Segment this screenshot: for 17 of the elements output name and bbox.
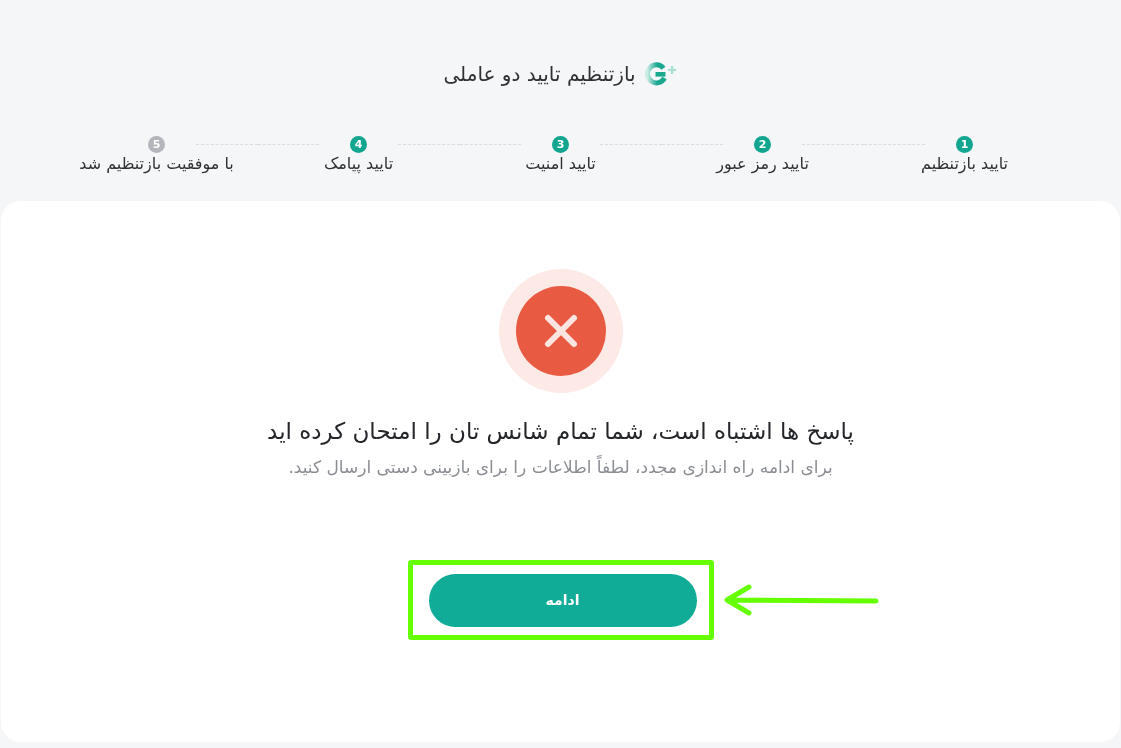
step-label: تایید رمز عبور [716, 153, 809, 175]
step-label: تایید امنیت [525, 153, 596, 175]
result-message: برای ادامه راه اندازی مجدد، لطفاً اطلاعات را برای بازبینی دستی ارسال کنید. [288, 455, 833, 479]
step-number: 5 [148, 136, 165, 153]
arrow-icon [721, 584, 880, 616]
step-number: 2 [754, 136, 771, 153]
error-icon [498, 269, 623, 393]
logo-icon [643, 62, 678, 86]
step-number: 4 [350, 136, 367, 153]
step-label: تایید بازتنظیم [921, 153, 1008, 175]
continue-button[interactable]: ادامه [428, 574, 697, 627]
step-number: 1 [956, 136, 973, 153]
step-label: تایید پیامک [323, 153, 394, 175]
step-label: با موفقیت بازتنظیم شد [79, 153, 234, 175]
result-heading: پاسخ ها اشتباه است، شما تمام شانس تان را امتحان کرده اید [267, 417, 854, 447]
page-title: بازتنظیم تایید دو عاملی [443, 61, 636, 88]
step-number: 3 [552, 136, 569, 153]
